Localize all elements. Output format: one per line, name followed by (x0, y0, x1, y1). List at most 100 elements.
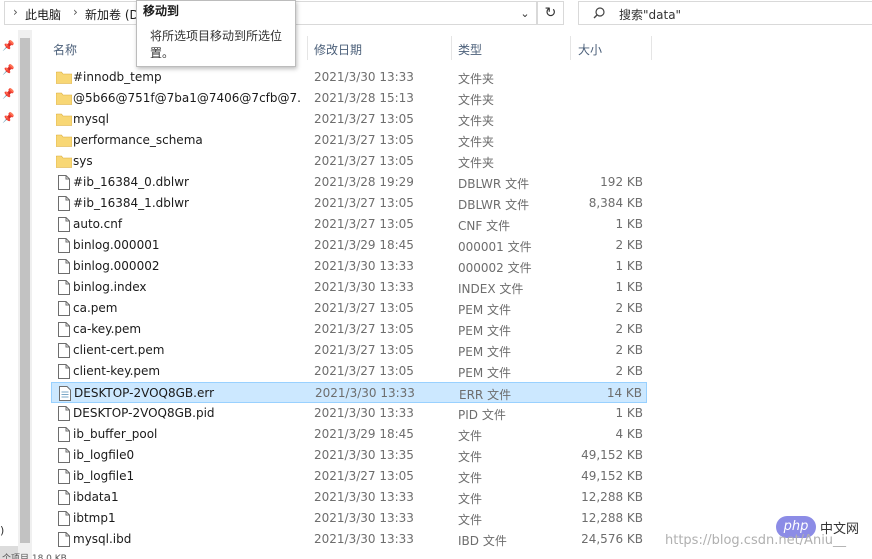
file-icon (58, 532, 70, 547)
file-size: 4 KB (615, 427, 643, 441)
column-divider[interactable] (651, 36, 652, 60)
pin-icon[interactable]: 📌 (2, 41, 14, 53)
breadcrumb-separator: › (13, 5, 18, 19)
file-date: 2021/3/27 13:05 (314, 343, 414, 357)
file-row[interactable]: client-key.pem 2021/3/27 13:05 PEM 文件 2 KB (51, 361, 647, 382)
file-date: 2021/3/30 13:33 (314, 280, 414, 294)
file-date: 2021/3/27 13:05 (314, 301, 414, 315)
file-name: ib_logfile0 (73, 448, 135, 462)
column-header-type[interactable]: 类型 (458, 41, 482, 58)
file-name: sys (73, 154, 93, 168)
file-row[interactable]: ibtmp1 2021/3/30 13:33 文件 12,288 KB (51, 508, 647, 529)
file-row[interactable]: #innodb_temp 2021/3/30 13:33 文件夹 (51, 67, 647, 88)
file-name: ca-key.pem (73, 322, 142, 336)
folder-icon (56, 134, 72, 147)
file-size: 49,152 KB (581, 448, 643, 462)
file-type: 文件夹 (458, 114, 495, 128)
file-date: 2021/3/27 13:05 (314, 217, 414, 231)
file-date: 2021/3/28 19:29 (314, 175, 414, 189)
file-size: 2 KB (615, 364, 643, 378)
file-size: 12,288 KB (581, 511, 643, 525)
column-divider[interactable] (570, 36, 571, 60)
file-name: performance_schema (73, 133, 203, 147)
file-icon (58, 364, 70, 379)
file-name: @5b66@751f@7ba1@7406@7cfb@7... (73, 91, 301, 105)
file-icon (58, 511, 70, 526)
nav-scrollbar-thumb[interactable] (20, 38, 30, 543)
nav-scrollbar[interactable] (18, 30, 32, 559)
file-row[interactable]: DESKTOP-2VOQ8GB.err 2021/3/30 13:33 ERR 文件… (51, 382, 647, 403)
file-icon (58, 343, 70, 358)
file-date: 2021/3/30 13:33 (314, 532, 414, 546)
search-input[interactable]: 搜索"data" (578, 1, 872, 25)
file-row[interactable]: performance_schema 2021/3/27 13:05 文件夹 (51, 130, 647, 151)
file-size: 2 KB (615, 343, 643, 357)
file-row[interactable]: binlog.000001 2021/3/29 18:45 000001 文件 2 K… (51, 235, 647, 256)
file-icon (58, 469, 70, 484)
file-row[interactable]: sys 2021/3/27 13:05 文件夹 (51, 151, 647, 172)
file-row[interactable]: DESKTOP-2VOQ8GB.pid 2021/3/30 13:33 PID 文件… (51, 403, 647, 424)
breadcrumb-this-pc[interactable]: 此电脑 (25, 6, 61, 23)
file-name: #ib_16384_0.dblwr (73, 175, 189, 189)
file-row[interactable]: #ib_16384_0.dblwr 2021/3/28 19:29 DBLWR 文件… (51, 172, 647, 193)
file-row[interactable]: mysql.ibd 2021/3/30 13:33 IBD 文件 24,576 KB (51, 529, 647, 550)
file-icon (58, 448, 70, 463)
file-row[interactable]: binlog.index 2021/3/30 13:33 INDEX 文件 1 KB (51, 277, 647, 298)
file-size: 14 KB (606, 386, 642, 400)
file-name: #innodb_temp (73, 70, 162, 84)
file-icon (58, 217, 70, 232)
column-header-name[interactable]: 名称 (53, 41, 77, 58)
file-row[interactable]: ib_buffer_pool 2021/3/29 18:45 文件 4 KB (51, 424, 647, 445)
file-date: 2021/3/30 13:33 (314, 70, 414, 84)
file-row[interactable]: auto.cnf 2021/3/27 13:05 CNF 文件 1 KB (51, 214, 647, 235)
column-divider[interactable] (451, 36, 452, 60)
file-date: 2021/3/30 13:33 (314, 490, 414, 504)
file-row[interactable]: mysql 2021/3/27 13:05 文件夹 (51, 109, 647, 130)
file-size: 192 KB (600, 175, 643, 189)
file-size: 8,384 KB (588, 196, 643, 210)
file-row[interactable]: ibdata1 2021/3/30 13:33 文件 12,288 KB (51, 487, 647, 508)
file-size: 24,576 KB (581, 532, 643, 546)
text-file-icon (59, 386, 71, 401)
file-icon (58, 406, 70, 421)
file-date: 2021/3/27 13:05 (314, 322, 414, 336)
refresh-icon: ↻ (544, 5, 557, 21)
address-bar: › 此电脑 › 新加卷 (D ⌄ ↻ 搜索"data" (0, 0, 872, 26)
file-size: 1 KB (615, 406, 643, 420)
file-row[interactable]: #ib_16384_1.dblwr 2021/3/27 13:05 DBLWR 文件… (51, 193, 647, 214)
pin-icon[interactable]: 📌 (2, 65, 14, 77)
column-divider[interactable] (307, 36, 308, 60)
file-name: mysql (73, 112, 109, 126)
file-date: 2021/3/30 13:35 (314, 448, 414, 462)
breadcrumb-drive[interactable]: 新加卷 (D (85, 6, 139, 23)
file-row[interactable]: ca-key.pem 2021/3/27 13:05 PEM 文件 2 KB (51, 319, 647, 340)
file-icon (58, 238, 70, 253)
file-name: ibdata1 (73, 490, 119, 504)
file-row[interactable]: ca.pem 2021/3/27 13:05 PEM 文件 2 KB (51, 298, 647, 319)
navigation-pane: 📌 📌 📌 📌 ) (0, 30, 18, 559)
file-row[interactable]: client-cert.pem 2021/3/27 13:05 PEM 文件 2 KB (51, 340, 647, 361)
pin-icon[interactable]: 📌 (2, 89, 14, 101)
file-row[interactable]: binlog.000002 2021/3/30 13:33 000002 文件 1 K… (51, 256, 647, 277)
file-date: 2021/3/30 13:33 (314, 259, 414, 273)
breadcrumb-separator: › (73, 5, 78, 19)
search-icon (593, 7, 605, 19)
file-date: 2021/3/27 13:05 (314, 196, 414, 210)
chevron-down-icon[interactable]: ⌄ (514, 3, 536, 25)
file-icon (58, 301, 70, 316)
file-name: #ib_16384_1.dblwr (73, 196, 189, 210)
file-name: ib_logfile1 (73, 469, 135, 483)
column-header-date[interactable]: 修改日期 (314, 41, 362, 58)
column-header-size[interactable]: 大小 (578, 41, 602, 58)
refresh-button[interactable]: ↻ (537, 1, 564, 25)
file-size: 1 KB (615, 259, 643, 273)
file-row[interactable]: @5b66@751f@7ba1@7406@7cfb@7... 2021/3/28 … (51, 88, 647, 109)
file-size: 49,152 KB (581, 469, 643, 483)
status-bar-text: 个项目 18.0 KB (2, 554, 67, 559)
file-row[interactable]: ib_logfile1 2021/3/27 13:05 文件 49,152 KB (51, 466, 647, 487)
pin-icon[interactable]: 📌 (2, 113, 14, 125)
watermark-url: https://blog.csdn.net/Aniu__ (665, 533, 847, 548)
file-row[interactable]: ib_logfile0 2021/3/30 13:35 文件 49,152 KB (51, 445, 647, 466)
file-name: ca.pem (73, 301, 118, 315)
file-date: 2021/3/29 18:45 (314, 238, 414, 252)
